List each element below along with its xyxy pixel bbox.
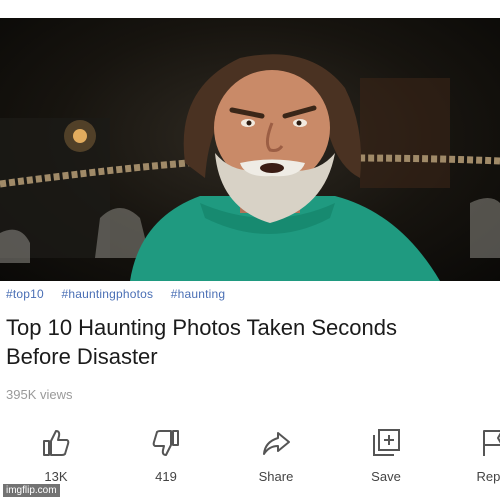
report-label: Repo	[476, 469, 500, 484]
report-button[interactable]: Repo	[462, 427, 500, 484]
video-info-panel: #top10 #hauntingphotos #haunting Top 10 …	[0, 281, 500, 500]
thumbs-down-icon	[152, 430, 179, 456]
save-button[interactable]: Save	[356, 427, 416, 484]
hashtag-link[interactable]: #haunting	[171, 287, 226, 301]
share-label: Share	[258, 469, 294, 484]
like-count: 13K	[44, 469, 68, 484]
dislike-button[interactable]: 419	[136, 427, 196, 484]
view-count: 395K views	[6, 387, 73, 402]
like-button[interactable]: 13K	[26, 427, 86, 484]
watermark: imgflip.com	[3, 484, 60, 497]
share-icon	[263, 432, 290, 455]
share-button[interactable]: Share	[246, 427, 306, 484]
video-title-line-2: Before Disaster	[6, 344, 158, 369]
action-bar: 13K 419 Share Save Rep	[0, 427, 500, 487]
hashtag-link[interactable]: #top10	[6, 287, 44, 301]
video-title-line-1: Top 10 Haunting Photos Taken Seconds	[6, 315, 397, 340]
top-bar	[0, 0, 500, 18]
hashtag-link[interactable]: #hauntingphotos	[61, 287, 153, 301]
video-title[interactable]: Top 10 Haunting Photos Taken Seconds Bef…	[6, 313, 500, 371]
save-label: Save	[371, 469, 401, 484]
hashtag-row: #top10 #hauntingphotos #haunting	[6, 287, 239, 301]
video-frame	[0, 54, 500, 281]
video-player[interactable]	[0, 18, 500, 281]
report-icon	[483, 430, 500, 456]
thumbs-up-icon	[43, 430, 70, 456]
save-icon	[373, 429, 400, 456]
dislike-count: 419	[155, 469, 177, 484]
